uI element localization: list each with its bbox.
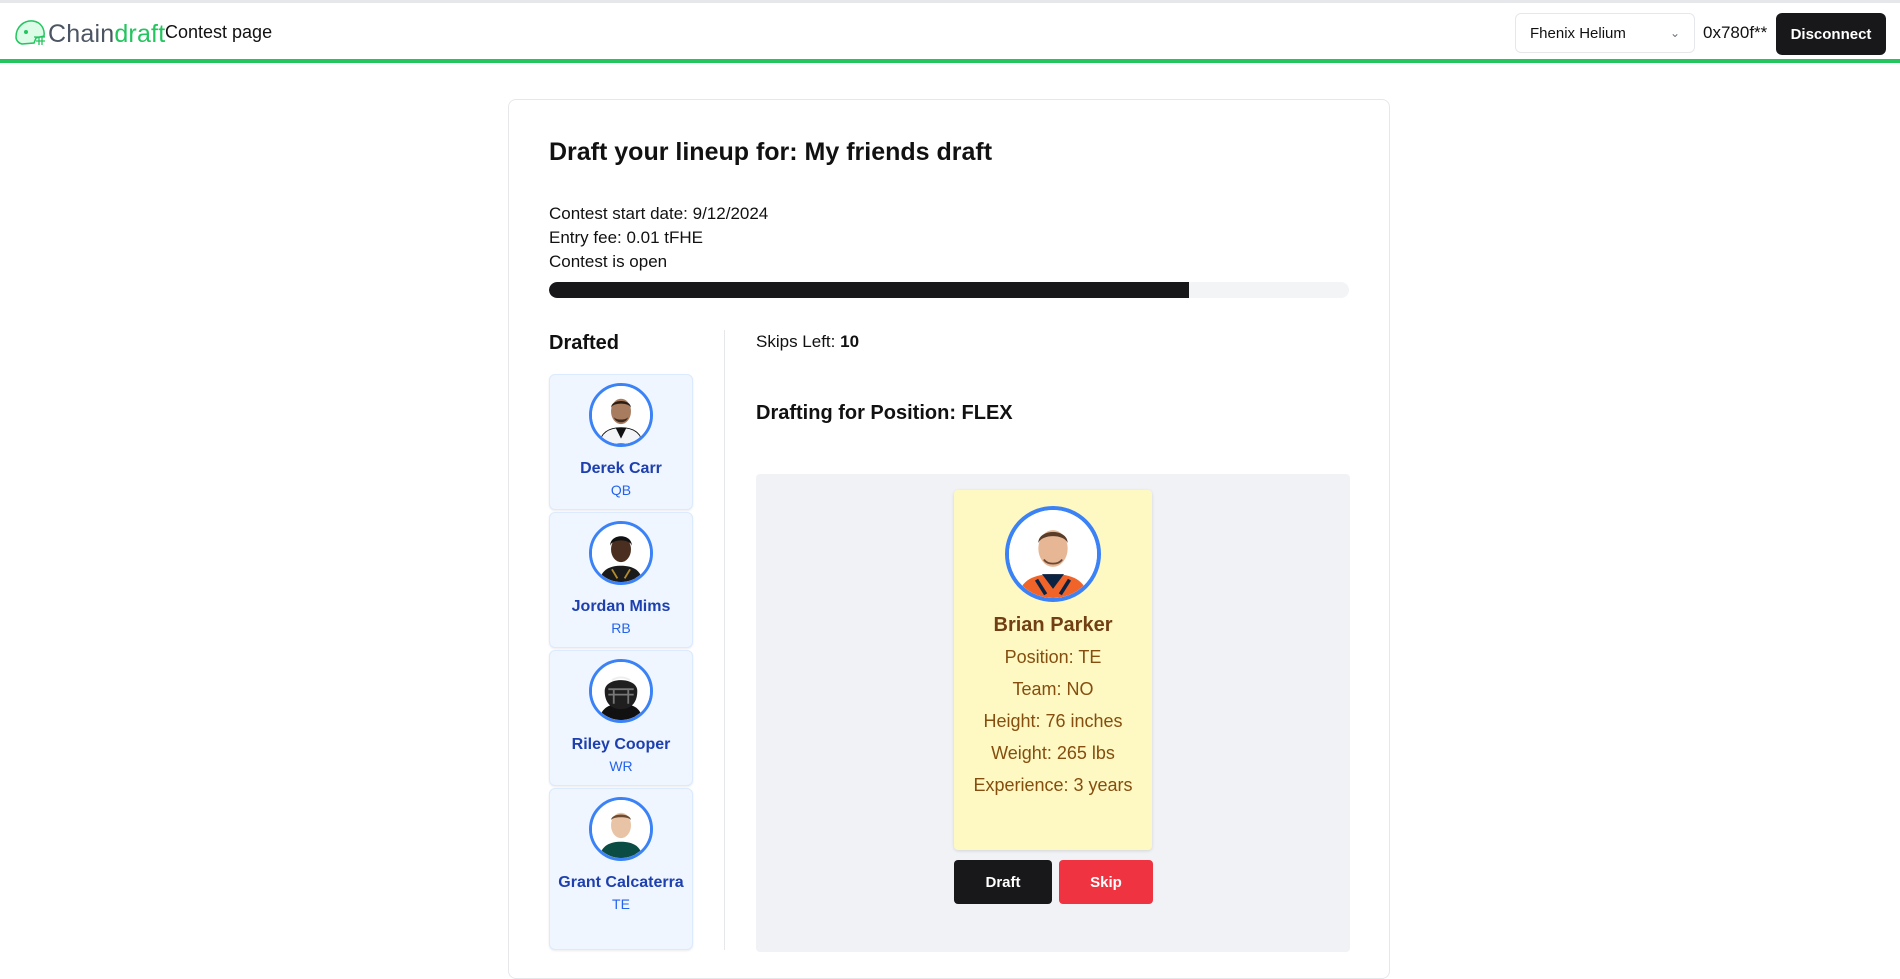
- draft-pick-area: Brian Parker Position: TE Team: NO Heigh…: [756, 474, 1350, 952]
- candidate-player-card: Brian Parker Position: TE Team: NO Heigh…: [954, 490, 1152, 850]
- logo-text-draft: draft: [114, 19, 166, 48]
- chevron-down-icon: ⌄: [1669, 26, 1680, 40]
- drafted-player-position: RB: [611, 620, 631, 636]
- candidate-weight: Weight: 265 lbs: [991, 743, 1115, 763]
- helmet-icon: [15, 20, 45, 45]
- contest-card: Draft your lineup for: My friends draft …: [508, 99, 1390, 979]
- player-avatar: [589, 521, 653, 585]
- drafted-list: Derek Carr QB Jordan Mims RB Riley Coope…: [549, 374, 693, 952]
- page-title: Contest page: [165, 22, 273, 42]
- drafted-player-name: Derek Carr: [580, 460, 662, 477]
- candidate-team: Team: NO: [1012, 679, 1094, 699]
- player-avatar: [589, 383, 653, 447]
- network-select-value: Fhenix Helium: [1530, 24, 1626, 42]
- contest-progress-bar: [549, 282, 1349, 298]
- drafting-position-heading: Drafting for Position: FLEX: [756, 402, 1013, 424]
- drafted-player-card[interactable]: Grant Calcaterra TE: [549, 788, 693, 950]
- logo-text-chain: Chain: [48, 19, 115, 48]
- drafted-player-position: WR: [609, 758, 633, 774]
- candidate-name: Brian Parker: [993, 614, 1113, 636]
- contest-title: Draft your lineup for: My friends draft: [549, 138, 993, 166]
- candidate-experience: Experience: 3 years: [973, 775, 1133, 795]
- player-avatar: [589, 797, 653, 861]
- entry-fee: Entry fee: 0.01 tFHE: [549, 228, 704, 247]
- logo-text: Chaindraft: [48, 20, 165, 49]
- skips-left-label: Skips Left:: [756, 332, 836, 351]
- candidate-position: Position: TE: [1004, 647, 1102, 667]
- contest-status: Contest is open: [549, 252, 668, 271]
- player-photo-icon: [1009, 510, 1097, 598]
- network-select[interactable]: Fhenix Helium ⌄: [1515, 13, 1695, 53]
- column-divider: [724, 330, 725, 950]
- draft-button[interactable]: Draft: [954, 860, 1052, 904]
- logo[interactable]: Chaindraft: [12, 17, 165, 51]
- candidate-avatar: [1005, 506, 1101, 602]
- drafted-player-position: TE: [612, 896, 630, 912]
- player-photo-icon: [592, 386, 650, 444]
- contest-start-date: Contest start date: 9/12/2024: [549, 204, 769, 223]
- player-photo-icon: [592, 524, 650, 582]
- helmet-silhouette-icon: [592, 662, 650, 720]
- drafted-player-card[interactable]: Derek Carr QB: [549, 374, 693, 510]
- drafted-player-name: Jordan Mims: [571, 598, 671, 615]
- skips-left-value: 10: [840, 332, 860, 351]
- skips-left: Skips Left: 10: [756, 332, 859, 352]
- drafted-player-name: Grant Calcaterra: [558, 874, 684, 891]
- wallet-address: 0x780f**: [1703, 23, 1768, 42]
- player-photo-icon: [592, 800, 650, 858]
- skip-button[interactable]: Skip: [1059, 860, 1153, 904]
- drafted-title: Drafted: [549, 332, 620, 354]
- drafted-player-card[interactable]: Riley Cooper WR: [549, 650, 693, 786]
- app-header: Chaindraft Contest page Fhenix Helium ⌄ …: [0, 3, 1900, 63]
- drafted-player-card[interactable]: Jordan Mims RB: [549, 512, 693, 648]
- candidate-height: Height: 76 inches: [983, 711, 1123, 731]
- drafted-player-name: Riley Cooper: [571, 736, 671, 753]
- draft-actions: Draft Skip: [954, 860, 1153, 904]
- drafted-player-position: QB: [610, 482, 632, 498]
- player-avatar: [589, 659, 653, 723]
- disconnect-button[interactable]: Disconnect: [1776, 13, 1886, 55]
- progress-fill: [549, 282, 1189, 298]
